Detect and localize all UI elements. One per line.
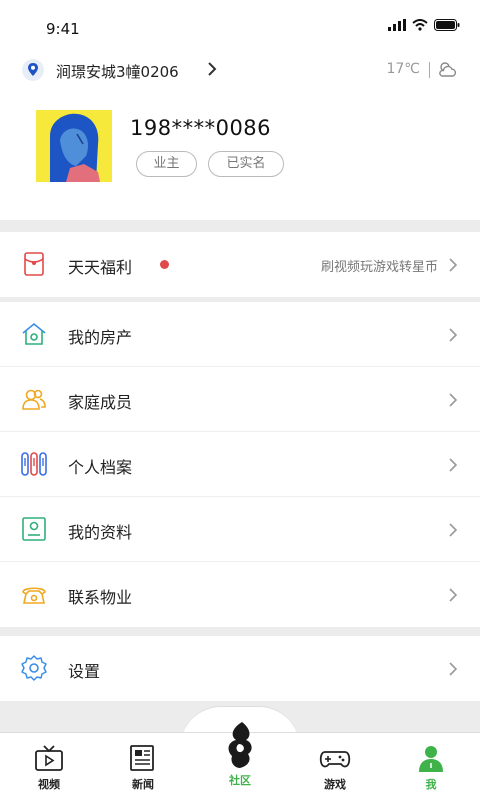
welfare-section: 天天福利 刷视频玩游戏转星币 [0,232,480,297]
menu-label: 家庭成员 [68,393,133,412]
tab-news[interactable]: 新闻 [113,744,173,794]
location-pin-icon [22,59,44,81]
menu-label: 个人档案 [68,458,133,477]
user-phone: 198****0086 [130,116,272,140]
welfare-hint: 刷视频玩游戏转星币 [320,260,438,275]
menu-item-family[interactable]: 家庭成员 [0,367,480,432]
chevron-right-icon [449,523,458,537]
menu-item-profile-info[interactable]: 我的资料 [0,497,480,562]
chevron-right-icon [449,458,458,472]
weather-temperature: 17℃ [386,61,420,77]
avatar-illustration-icon [36,110,112,182]
welfare-label: 天天福利 [68,258,133,277]
chevron-right-icon [449,588,458,602]
tab-video[interactable]: 视频 [19,744,79,794]
chevron-right-icon [449,662,458,676]
tab-label: 新闻 [132,778,154,791]
status-bar: 9:41 [0,0,480,52]
profile-card[interactable]: 198****0086 业主 已实名 [0,90,480,220]
tab-community[interactable]: 社区 [210,720,270,794]
chevron-right-icon [449,258,458,272]
tab-label: 游戏 [324,778,346,791]
battery-icon [434,19,460,31]
phone-icon [22,587,46,604]
menu-label: 我的资料 [68,523,133,542]
family-icon [22,389,46,410]
tab-games[interactable]: 游戏 [305,744,365,794]
profile-card-icon [22,517,46,541]
signal-icon [388,19,406,31]
tab-me[interactable]: 我 [401,744,461,794]
tv-icon [35,745,63,771]
owner-tag: 业主 [136,151,197,177]
wifi-icon [412,19,428,31]
news-icon [130,745,154,771]
menu-label: 联系物业 [68,588,133,607]
menu-label: 设置 [68,662,101,681]
chevron-right-icon [449,393,458,407]
avatar[interactable] [36,110,112,182]
chevron-right-icon [449,328,458,342]
gamepad-icon [319,751,351,768]
tab-label: 我 [425,778,437,791]
menu-label: 我的房产 [68,328,133,347]
cloudy-weather-icon [439,62,457,77]
red-envelope-icon [24,252,44,276]
community-logo-icon [228,722,252,768]
archive-icon [21,452,47,476]
chevron-right-icon[interactable] [205,61,219,77]
gear-icon [21,655,47,681]
tab-label: 社区 [229,774,251,787]
location-row[interactable]: 涧璟安城3幢0206 17℃ [0,52,480,90]
settings-section: 设置 [0,636,480,701]
menu-section: 我的房产 家庭成员 个人档案 我的资料 联系物业 [0,302,480,627]
menu-item-property[interactable]: 我的房产 [0,302,480,367]
menu-item-archive[interactable]: 个人档案 [0,432,480,497]
community-address[interactable]: 涧璟安城3幢0206 [56,61,179,82]
weather-divider [429,62,430,78]
notification-dot [160,260,169,269]
verified-tag: 已实名 [208,151,284,177]
tab-label: 视频 [38,778,60,791]
welfare-row[interactable]: 天天福利 刷视频玩游戏转星币 [0,232,480,297]
house-icon [22,322,46,345]
status-time: 9:41 [46,20,80,38]
status-icons [388,17,460,33]
person-icon [419,746,443,772]
menu-item-contact-property[interactable]: 联系物业 [0,562,480,627]
menu-item-settings[interactable]: 设置 [0,636,480,701]
